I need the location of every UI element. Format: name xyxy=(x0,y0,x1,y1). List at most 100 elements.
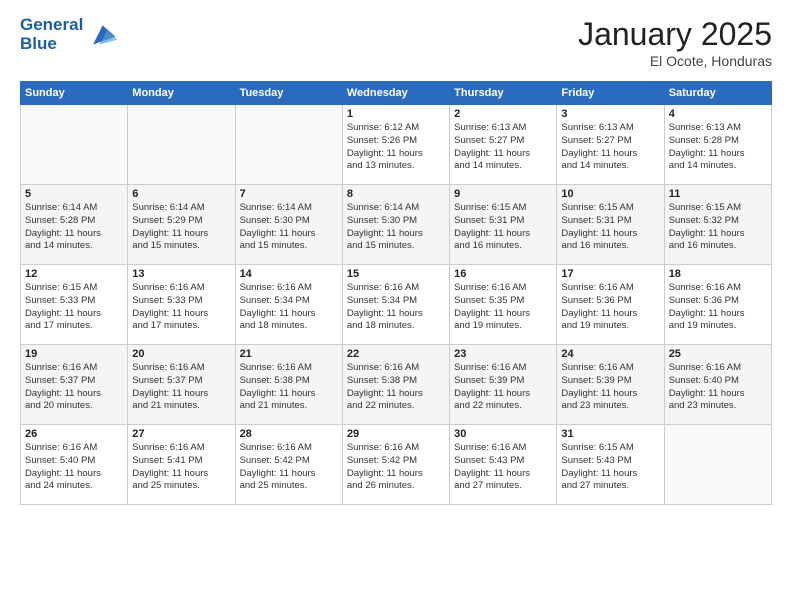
calendar-cell: 14Sunrise: 6:16 AM Sunset: 5:34 PM Dayli… xyxy=(235,265,342,345)
day-info: Sunrise: 6:16 AM Sunset: 5:40 PM Dayligh… xyxy=(669,362,767,413)
calendar-cell xyxy=(21,105,128,185)
calendar-cell: 6Sunrise: 6:14 AM Sunset: 5:29 PM Daylig… xyxy=(128,185,235,265)
day-number: 7 xyxy=(240,188,338,200)
day-info: Sunrise: 6:16 AM Sunset: 5:39 PM Dayligh… xyxy=(454,362,552,413)
calendar-cell: 2 Sunrise: 6:13 AM Sunset: 5:27 PM Daylig… xyxy=(450,105,557,185)
day-number: 28 xyxy=(240,428,338,440)
calendar-table: SundayMondayTuesdayWednesdayThursdayFrid… xyxy=(20,81,772,505)
day-number: 30 xyxy=(454,428,552,440)
day-info: Sunrise: 6:16 AM Sunset: 5:41 PM Dayligh… xyxy=(132,442,230,493)
day-info: Sunrise: 6:16 AM Sunset: 5:35 PM Dayligh… xyxy=(454,282,552,333)
calendar-cell: 4Sunrise: 6:13 AM Sunset: 5:28 PM Daylig… xyxy=(664,105,771,185)
day-number: 14 xyxy=(240,268,338,280)
day-number: 27 xyxy=(132,428,230,440)
day-number: 5 xyxy=(25,188,123,200)
day-number: 19 xyxy=(25,348,123,360)
day-info: Sunrise: 6:14 AM Sunset: 5:28 PM Dayligh… xyxy=(25,202,123,253)
calendar-cell: 18 Sunrise: 6:16 AM Sunset: 5:36 PM Dayli… xyxy=(664,265,771,345)
day-number: 2 xyxy=(454,108,552,120)
calendar-cell: 15 Sunrise: 6:16 AM Sunset: 5:34 PM Dayli… xyxy=(342,265,449,345)
day-info: Sunrise: 6:16 AM Sunset: 5:42 PM Dayligh… xyxy=(240,442,338,493)
header-day: Saturday xyxy=(664,82,771,105)
calendar-cell: 21Sunrise: 6:16 AM Sunset: 5:38 PM Dayli… xyxy=(235,345,342,425)
day-info: Sunrise: 6:16 AM Sunset: 5:39 PM Dayligh… xyxy=(561,362,659,413)
calendar-cell: 30 Sunrise: 6:16 AM Sunset: 5:43 PM Dayli… xyxy=(450,425,557,505)
header-day: Wednesday xyxy=(342,82,449,105)
page: General Blue January 2025 El Ocote, Hond… xyxy=(0,0,792,612)
header-row: SundayMondayTuesdayWednesdayThursdayFrid… xyxy=(21,82,772,105)
calendar-week: 26 Sunrise: 6:16 AM Sunset: 5:40 PM Dayli… xyxy=(21,425,772,505)
day-info: Sunrise: 6:14 AM Sunset: 5:30 PM Dayligh… xyxy=(347,202,445,253)
calendar-header: SundayMondayTuesdayWednesdayThursdayFrid… xyxy=(21,82,772,105)
header-day: Tuesday xyxy=(235,82,342,105)
calendar-cell: 9 Sunrise: 6:15 AM Sunset: 5:31 PM Daylig… xyxy=(450,185,557,265)
calendar-cell: 16 Sunrise: 6:16 AM Sunset: 5:35 PM Dayli… xyxy=(450,265,557,345)
day-info: Sunrise: 6:13 AM Sunset: 5:27 PM Dayligh… xyxy=(454,122,552,173)
day-number: 20 xyxy=(132,348,230,360)
header-day: Sunday xyxy=(21,82,128,105)
calendar-cell: 17 Sunrise: 6:16 AM Sunset: 5:36 PM Dayli… xyxy=(557,265,664,345)
title-block: January 2025 El Ocote, Honduras xyxy=(578,16,772,69)
day-number: 9 xyxy=(454,188,552,200)
day-info: Sunrise: 6:16 AM Sunset: 5:38 PM Dayligh… xyxy=(347,362,445,413)
calendar-cell: 3 Sunrise: 6:13 AM Sunset: 5:27 PM Daylig… xyxy=(557,105,664,185)
day-info: Sunrise: 6:16 AM Sunset: 5:36 PM Dayligh… xyxy=(561,282,659,333)
calendar-cell xyxy=(664,425,771,505)
calendar-cell: 25 Sunrise: 6:16 AM Sunset: 5:40 PM Dayli… xyxy=(664,345,771,425)
location-subtitle: El Ocote, Honduras xyxy=(578,53,772,69)
day-number: 23 xyxy=(454,348,552,360)
calendar-cell: 23 Sunrise: 6:16 AM Sunset: 5:39 PM Dayli… xyxy=(450,345,557,425)
calendar-week: 12 Sunrise: 6:15 AM Sunset: 5:33 PM Dayli… xyxy=(21,265,772,345)
calendar-cell: 5 Sunrise: 6:14 AM Sunset: 5:28 PM Daylig… xyxy=(21,185,128,265)
day-number: 16 xyxy=(454,268,552,280)
day-number: 18 xyxy=(669,268,767,280)
day-info: Sunrise: 6:16 AM Sunset: 5:42 PM Dayligh… xyxy=(347,442,445,493)
header: General Blue January 2025 El Ocote, Hond… xyxy=(20,16,772,69)
day-info: Sunrise: 6:16 AM Sunset: 5:34 PM Dayligh… xyxy=(347,282,445,333)
calendar-cell: 7 Sunrise: 6:14 AM Sunset: 5:30 PM Daylig… xyxy=(235,185,342,265)
calendar-cell: 26 Sunrise: 6:16 AM Sunset: 5:40 PM Dayli… xyxy=(21,425,128,505)
logo-line1: General xyxy=(20,16,83,35)
header-day: Monday xyxy=(128,82,235,105)
day-info: Sunrise: 6:16 AM Sunset: 5:38 PM Dayligh… xyxy=(240,362,338,413)
day-number: 13 xyxy=(132,268,230,280)
day-info: Sunrise: 6:12 AM Sunset: 5:26 PM Dayligh… xyxy=(347,122,445,173)
day-number: 12 xyxy=(25,268,123,280)
calendar-body: 1 Sunrise: 6:12 AM Sunset: 5:26 PM Daylig… xyxy=(21,105,772,505)
day-info: Sunrise: 6:15 AM Sunset: 5:43 PM Dayligh… xyxy=(561,442,659,493)
day-info: Sunrise: 6:16 AM Sunset: 5:36 PM Dayligh… xyxy=(669,282,767,333)
day-number: 10 xyxy=(561,188,659,200)
calendar-cell: 20Sunrise: 6:16 AM Sunset: 5:37 PM Dayli… xyxy=(128,345,235,425)
calendar-cell: 11Sunrise: 6:15 AM Sunset: 5:32 PM Dayli… xyxy=(664,185,771,265)
calendar-cell: 29 Sunrise: 6:16 AM Sunset: 5:42 PM Dayli… xyxy=(342,425,449,505)
calendar-cell: 12 Sunrise: 6:15 AM Sunset: 5:33 PM Dayli… xyxy=(21,265,128,345)
calendar-cell xyxy=(128,105,235,185)
logo-line2: Blue xyxy=(20,35,83,54)
calendar-cell xyxy=(235,105,342,185)
calendar-cell: 19 Sunrise: 6:16 AM Sunset: 5:37 PM Dayli… xyxy=(21,345,128,425)
month-title: January 2025 xyxy=(578,16,772,53)
day-info: Sunrise: 6:15 AM Sunset: 5:33 PM Dayligh… xyxy=(25,282,123,333)
day-info: Sunrise: 6:16 AM Sunset: 5:37 PM Dayligh… xyxy=(25,362,123,413)
day-number: 3 xyxy=(561,108,659,120)
calendar-cell: 10Sunrise: 6:15 AM Sunset: 5:31 PM Dayli… xyxy=(557,185,664,265)
day-number: 26 xyxy=(25,428,123,440)
day-info: Sunrise: 6:16 AM Sunset: 5:40 PM Dayligh… xyxy=(25,442,123,493)
calendar-week: 5 Sunrise: 6:14 AM Sunset: 5:28 PM Daylig… xyxy=(21,185,772,265)
calendar-cell: 27 Sunrise: 6:16 AM Sunset: 5:41 PM Dayli… xyxy=(128,425,235,505)
calendar-cell: 28 Sunrise: 6:16 AM Sunset: 5:42 PM Dayli… xyxy=(235,425,342,505)
day-number: 1 xyxy=(347,108,445,120)
calendar-cell: 13Sunrise: 6:16 AM Sunset: 5:33 PM Dayli… xyxy=(128,265,235,345)
day-number: 8 xyxy=(347,188,445,200)
day-info: Sunrise: 6:16 AM Sunset: 5:43 PM Dayligh… xyxy=(454,442,552,493)
day-info: Sunrise: 6:14 AM Sunset: 5:30 PM Dayligh… xyxy=(240,202,338,253)
day-number: 29 xyxy=(347,428,445,440)
day-info: Sunrise: 6:13 AM Sunset: 5:27 PM Dayligh… xyxy=(561,122,659,173)
day-number: 15 xyxy=(347,268,445,280)
day-number: 17 xyxy=(561,268,659,280)
day-info: Sunrise: 6:15 AM Sunset: 5:31 PM Dayligh… xyxy=(454,202,552,253)
day-number: 25 xyxy=(669,348,767,360)
calendar-week: 1 Sunrise: 6:12 AM Sunset: 5:26 PM Daylig… xyxy=(21,105,772,185)
calendar-cell: 22Sunrise: 6:16 AM Sunset: 5:38 PM Dayli… xyxy=(342,345,449,425)
day-number: 24 xyxy=(561,348,659,360)
